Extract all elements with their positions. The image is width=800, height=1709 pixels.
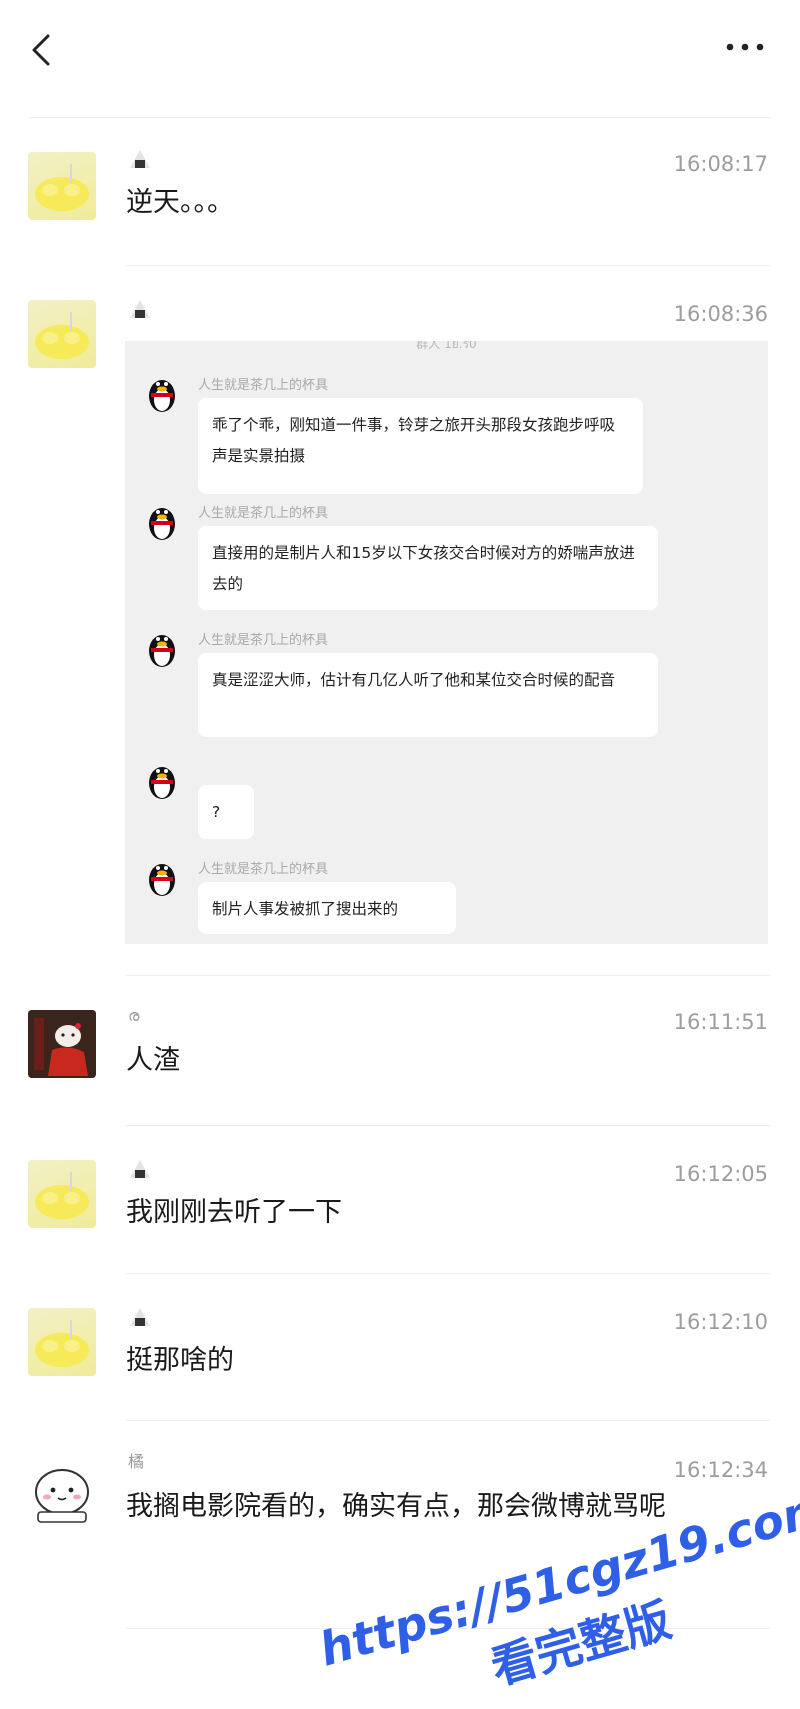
message-time: 16:12:34 xyxy=(673,1458,768,1482)
avatar[interactable] xyxy=(28,152,96,220)
sender-name: ര xyxy=(128,1006,140,1025)
divider xyxy=(30,117,770,118)
qq-penguin-icon xyxy=(149,864,175,896)
chat-message[interactable]: ര 16:11:51 人渣 xyxy=(0,1000,800,1120)
qq-penguin-icon xyxy=(149,508,175,540)
message-time: 16:08:17 xyxy=(673,152,768,176)
message-time: 16:12:10 xyxy=(673,1310,768,1334)
message-time: 16:11:51 xyxy=(673,1010,768,1034)
watermark-subtitle: 看完整版 xyxy=(485,1592,677,1695)
divider xyxy=(126,1125,770,1126)
message-text: 挺那啥的 xyxy=(126,1345,234,1376)
divider xyxy=(126,1628,770,1629)
message-time: 16:08:36 xyxy=(673,302,768,326)
divider xyxy=(126,1273,770,1274)
message-time: 16:12:05 xyxy=(673,1162,768,1186)
more-dots-icon[interactable] xyxy=(722,36,768,58)
rice-ball-icon xyxy=(130,150,150,168)
chat-message[interactable]: 16:08:36 xyxy=(0,290,800,368)
avatar[interactable] xyxy=(28,1308,96,1376)
chat-message[interactable]: 16:08:17 逆天。。。 xyxy=(0,140,800,260)
message-text: 人渣 xyxy=(126,1045,180,1076)
message-text: 我搁电影院看的，确实有点，那会微博就骂呢 xyxy=(126,1491,666,1522)
top-bar xyxy=(0,0,800,100)
forwarded-sender: 人生就是茶几上的杯具 xyxy=(198,633,329,648)
forward-caption: 群人 1ย.ร0 xyxy=(416,341,477,351)
chevron-left-icon[interactable] xyxy=(22,28,62,72)
forwarded-sender: 人生就是茶几上的杯具 xyxy=(198,862,329,877)
chat-message[interactable]: 橘 16:12:34 我搁电影院看的，确实有点，那会微博就骂呢 xyxy=(0,1446,800,1606)
forwarded-bubble: 真是涩涩大师，估计有几亿人听了他和某位交合时候的配音 xyxy=(198,653,658,737)
forwarded-bubble: 直接用的是制片人和15岁以下女孩交合时候对方的娇喘声放进去的 xyxy=(198,526,658,610)
avatar[interactable] xyxy=(28,1460,96,1528)
qq-penguin-icon xyxy=(149,767,175,799)
divider xyxy=(126,265,770,266)
forwarded-bubble: 乖了个乖，刚知道一件事，铃芽之旅开头那段女孩跑步呼吸声是实景拍摄 xyxy=(198,398,643,494)
message-text: 逆天。。。 xyxy=(126,187,234,218)
message-text: 我刚刚去听了一下 xyxy=(126,1197,342,1228)
chat-message[interactable]: 16:12:10 挺那啥的 xyxy=(0,1298,800,1418)
forwarded-sender: 人生就是茶几上的杯具 xyxy=(198,378,329,393)
divider xyxy=(126,975,770,976)
avatar[interactable] xyxy=(28,300,96,368)
rice-ball-icon xyxy=(130,1160,150,1178)
sender-name: 橘 xyxy=(128,1452,145,1471)
chat-message[interactable]: 16:12:05 我刚刚去听了一下 xyxy=(0,1150,800,1270)
avatar[interactable] xyxy=(28,1160,96,1228)
forwarded-sender: 人生就是茶几上的杯具 xyxy=(198,506,329,521)
forwarded-chat-record[interactable]: 群人 1ย.ร0 人生就是茶几上的杯具 乖了个乖，刚知道一件事，铃芽之旅开头那段… xyxy=(125,341,768,944)
divider xyxy=(126,1420,770,1421)
rice-ball-icon xyxy=(130,1308,150,1326)
rice-ball-icon xyxy=(130,300,150,318)
qq-penguin-icon xyxy=(149,380,175,412)
qq-penguin-icon xyxy=(149,635,175,667)
avatar[interactable] xyxy=(28,1010,96,1078)
forwarded-bubble: 制片人事发被抓了搜出来的 xyxy=(198,882,456,934)
forwarded-bubble: ? xyxy=(198,785,254,839)
